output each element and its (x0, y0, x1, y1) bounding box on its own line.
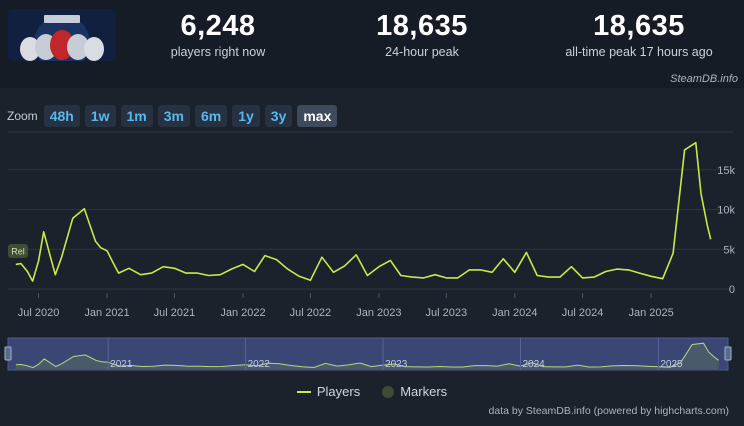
x-tick-label: Jan 2023 (356, 307, 401, 319)
navigator-year-label: 2025 (660, 359, 683, 370)
x-tick-label: Jul 2021 (154, 307, 196, 319)
navigator-left-handle[interactable] (4, 346, 12, 361)
y-tick-label: 10k (717, 205, 735, 217)
player-count-chart: 0 5k 10k 15k Jul 2020 Jan 2021 Jul 2021 Jan 202… (4, 131, 735, 371)
navigator-year-label: 2022 (248, 359, 271, 370)
navigator-year-label: 2023 (385, 359, 408, 370)
players-line (15, 141, 712, 282)
x-tick-label: Jan 2024 (492, 307, 537, 319)
players-line-swatch (296, 390, 311, 393)
y-tick-label: 5k (723, 244, 735, 256)
legend-players-label: Players (316, 384, 361, 399)
legend-markers[interactable]: Markers (382, 384, 447, 399)
x-tick-label: Jul 2020 (18, 307, 60, 319)
navigator-year-label: 2021 (110, 359, 133, 370)
x-tick-label: Jan 2022 (220, 307, 265, 319)
markers-dot-swatch (382, 385, 395, 398)
navigator-year-label: 2024 (523, 359, 546, 370)
x-tick-label: Jul 2022 (290, 307, 332, 319)
x-tick-label: Jul 2023 (426, 307, 468, 319)
chart-legend: Players Markers (0, 384, 744, 399)
data-credit[interactable]: data by SteamDB.info (powered by highcha… (489, 405, 729, 417)
legend-markers-label: Markers (400, 384, 448, 399)
x-tick-label: Jul 2024 (562, 307, 604, 319)
legend-players[interactable]: Players (296, 384, 361, 399)
x-tick-label: Jan 2021 (84, 307, 129, 319)
release-marker-label: Rel (11, 247, 25, 257)
y-tick-label: 15k (717, 165, 735, 177)
navigator-right-handle[interactable] (724, 346, 732, 361)
y-tick-label: 0 (729, 284, 735, 296)
x-tick-label: Jan 2025 (628, 307, 673, 319)
